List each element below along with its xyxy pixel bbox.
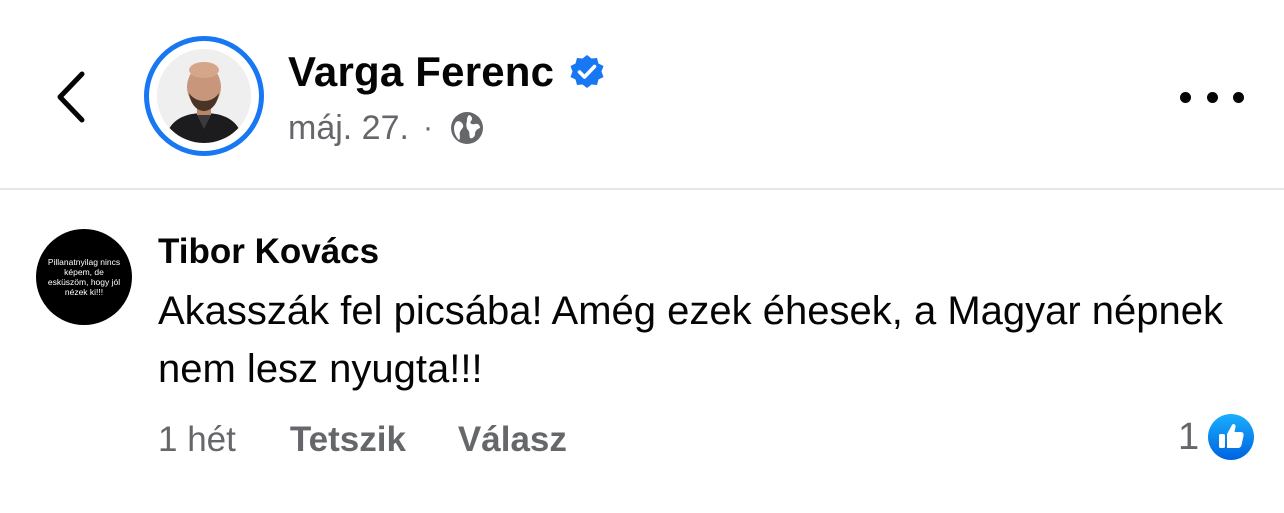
meta-separator: · xyxy=(422,111,433,144)
post-date[interactable]: máj. 27. xyxy=(288,109,409,148)
back-button[interactable] xyxy=(44,62,104,132)
post-header: Varga Ferenc máj. 27. · xyxy=(0,0,1284,190)
author-name-row: Varga Ferenc xyxy=(288,44,606,100)
more-dot-icon xyxy=(1233,91,1244,103)
commenter-name[interactable]: Tibor Kovács xyxy=(158,232,379,272)
comment-time[interactable]: 1 hét xyxy=(158,420,236,460)
like-button[interactable]: Tetszik xyxy=(290,420,406,460)
globe-icon xyxy=(450,112,483,144)
like-reaction-icon xyxy=(1208,414,1255,460)
commenter-avatar[interactable]: Pillanatnyilag nincs képem, de esküszöm,… xyxy=(36,229,132,325)
reaction-summary[interactable]: 1 xyxy=(1178,412,1255,462)
commenter-avatar-text: Pillanatnyilag nincs képem, de esküszöm,… xyxy=(47,257,121,297)
comment-text: Akasszák fel picsába! Amég ezek éhesek, … xyxy=(158,289,1224,391)
more-dot-icon xyxy=(1180,91,1191,103)
author-avatar[interactable] xyxy=(144,36,264,156)
verified-badge-icon xyxy=(570,55,604,88)
more-options-button[interactable] xyxy=(1180,84,1244,110)
chevron-left-icon xyxy=(57,71,85,123)
reaction-count: 1 xyxy=(1178,415,1200,458)
more-dot-icon xyxy=(1206,91,1218,103)
comment-actions: 1 hét Tetszik Válasz xyxy=(158,418,619,462)
post-meta: máj. 27. · xyxy=(288,108,485,148)
reply-button[interactable]: Válasz xyxy=(458,420,567,460)
author-photo xyxy=(157,49,251,143)
author-name[interactable]: Varga Ferenc xyxy=(288,48,554,96)
